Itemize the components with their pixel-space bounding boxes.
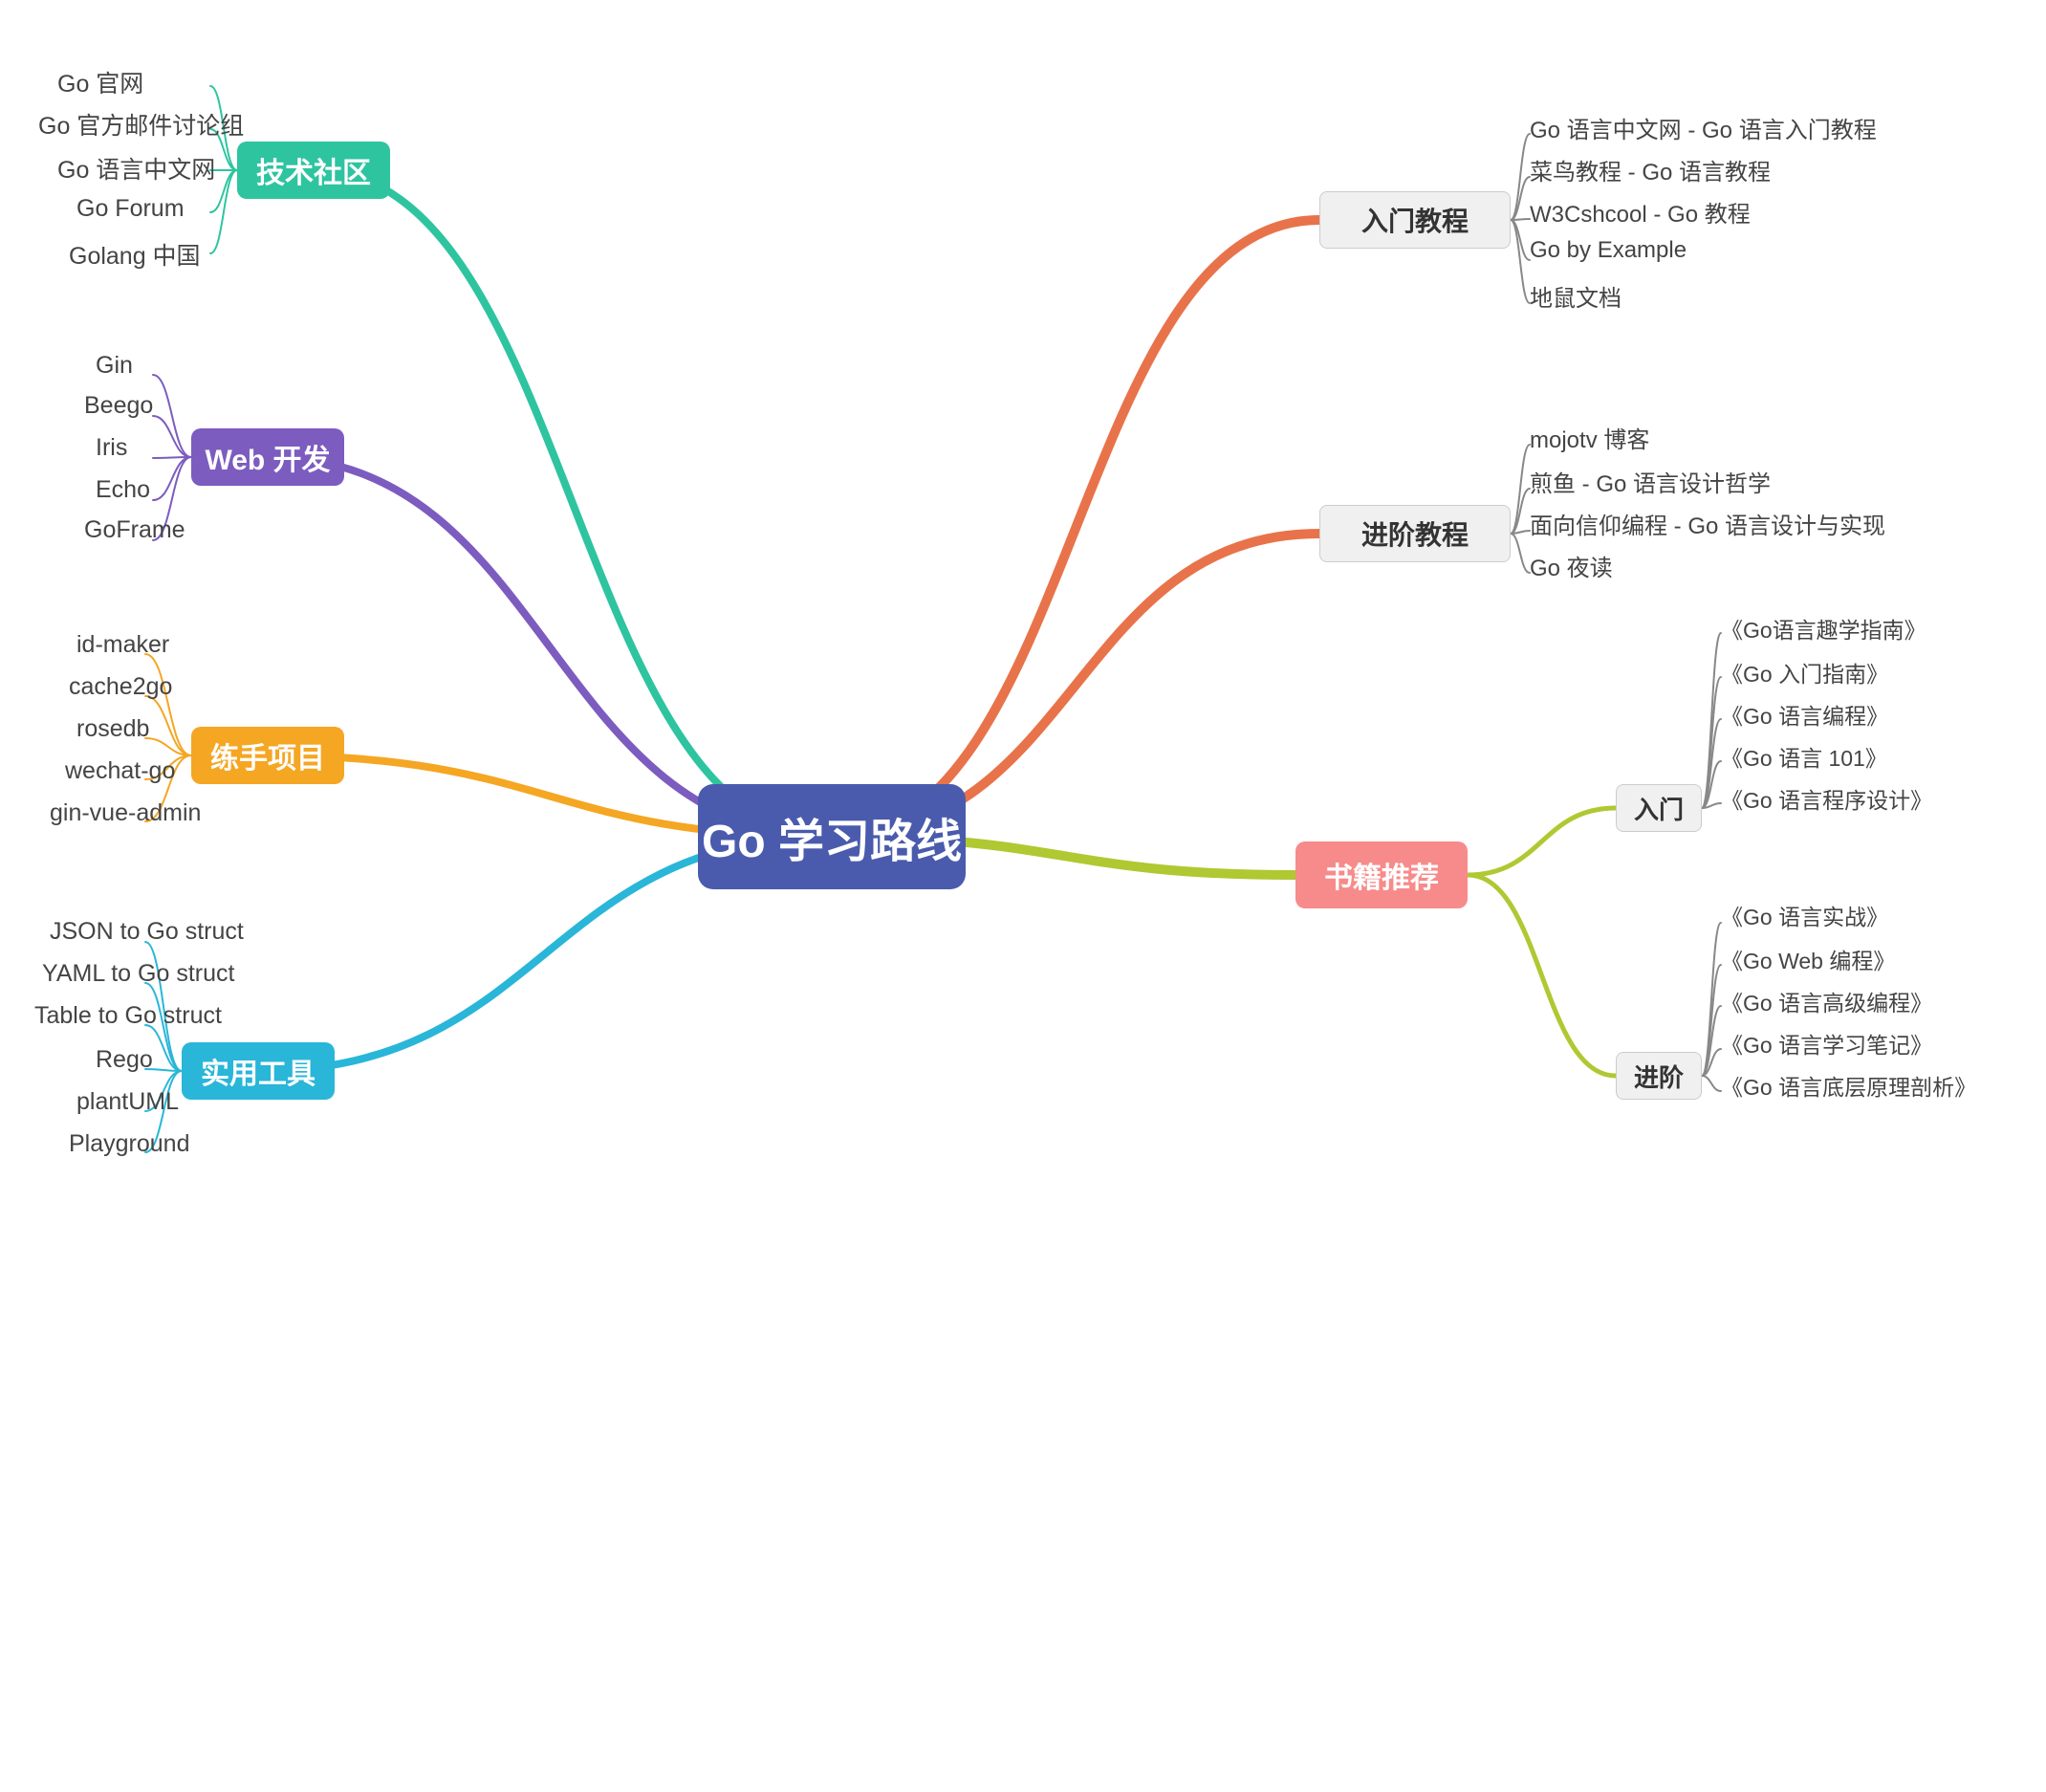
sub-branch-jinjie: 进阶 (1616, 1052, 1702, 1100)
branch-rumen: 入门教程 (1319, 191, 1511, 249)
branch-shujian-label: 书籍推荐 (1324, 854, 1439, 896)
leaf-jishu-3: Go 语言中文网 (57, 151, 215, 186)
leaf-book-rumen-4: 《Go 语言 101》 (1721, 740, 1887, 773)
leaf-web-5: GoFrame (84, 516, 185, 544)
branch-web-label: Web 开发 (205, 436, 330, 478)
branch-jishu-label: 技术社区 (256, 149, 371, 191)
leaf-book-jinjie-2: 《Go Web 编程》 (1721, 943, 1895, 975)
leaf-book-rumen-3: 《Go 语言编程》 (1721, 698, 1888, 731)
leaf-shiyong-4: Rego (96, 1046, 153, 1074)
leaf-shiyong-3: Table to Go struct (34, 1002, 222, 1030)
leaf-jishu-2: Go 官方邮件讨论组 (38, 107, 244, 142)
sub-branch-rumen: 入门 (1616, 784, 1702, 832)
center-node: Go 学习路线 (698, 784, 966, 889)
leaf-shiyong-6: Playground (69, 1130, 189, 1158)
leaf-lian-1: id-maker (76, 631, 169, 659)
leaf-shiyong-1: JSON to Go struct (50, 918, 244, 946)
leaf-rumen-3: W3Cshcool - Go 教程 (1530, 195, 1751, 229)
leaf-jinjiao-1: mojotv 博客 (1530, 421, 1649, 454)
leaf-jishu-4: Go Forum (76, 195, 185, 223)
leaf-rumen-4: Go by Example (1530, 237, 1687, 264)
leaf-rumen-2: 菜鸟教程 - Go 语言教程 (1530, 153, 1771, 186)
branch-web: Web 开发 (191, 428, 344, 486)
leaf-shiyong-5: plantUML (76, 1088, 179, 1116)
leaf-book-rumen-5: 《Go 语言程序设计》 (1721, 782, 1932, 815)
branch-rumen-label: 入门教程 (1361, 201, 1469, 239)
leaf-web-3: Iris (96, 434, 127, 462)
leaf-rumen-1: Go 语言中文网 - Go 语言入门教程 (1530, 111, 1877, 144)
leaf-book-jinjie-3: 《Go 语言高级编程》 (1721, 985, 1932, 1017)
branch-lian-label: 练手项目 (210, 734, 325, 776)
sub-branch-rumen-label: 入门 (1634, 791, 1684, 826)
leaf-web-1: Gin (96, 352, 133, 380)
branch-shujian: 书籍推荐 (1295, 841, 1468, 908)
leaf-lian-5: gin-vue-admin (50, 799, 201, 827)
leaf-jishu-5: Golang 中国 (69, 237, 201, 272)
branch-jinjiao-label: 进阶教程 (1361, 514, 1469, 553)
leaf-jishu-1: Go 官网 (57, 65, 143, 99)
leaf-jinjiao-2: 煎鱼 - Go 语言设计哲学 (1530, 465, 1771, 498)
leaf-lian-4: wechat-go (65, 757, 175, 785)
branch-jishu: 技术社区 (237, 142, 390, 199)
connections-svg (0, 0, 2046, 1792)
leaf-web-4: Echo (96, 476, 150, 504)
mindmap-container: Go 学习路线 技术社区 Go 官网 Go 官方邮件讨论组 Go 语言中文网 G… (0, 0, 2046, 1792)
leaf-book-jinjie-1: 《Go 语言实战》 (1721, 899, 1888, 931)
leaf-book-jinjie-4: 《Go 语言学习笔记》 (1721, 1027, 1932, 1060)
leaf-rumen-5: 地鼠文档 (1530, 279, 1622, 313)
leaf-book-rumen-2: 《Go 入门指南》 (1721, 656, 1888, 688)
center-label: Go 学习路线 (702, 803, 962, 870)
branch-lian: 练手项目 (191, 727, 344, 784)
leaf-shiyong-2: YAML to Go struct (42, 960, 234, 988)
sub-branch-jinjie-label: 进阶 (1634, 1059, 1684, 1094)
branch-shiyong-label: 实用工具 (201, 1050, 316, 1092)
leaf-book-rumen-1: 《Go语言趣学指南》 (1721, 612, 1926, 645)
leaf-web-2: Beego (84, 392, 153, 420)
leaf-book-jinjie-5: 《Go 语言底层原理剖析》 (1721, 1069, 1976, 1102)
leaf-jinjiao-3: 面向信仰编程 - Go 语言设计与实现 (1530, 507, 1885, 540)
branch-jinjiao: 进阶教程 (1319, 505, 1511, 562)
leaf-lian-3: rosedb (76, 715, 149, 743)
leaf-jinjiao-4: Go 夜读 (1530, 549, 1613, 582)
leaf-lian-2: cache2go (69, 673, 172, 701)
branch-shiyong: 实用工具 (182, 1042, 335, 1100)
